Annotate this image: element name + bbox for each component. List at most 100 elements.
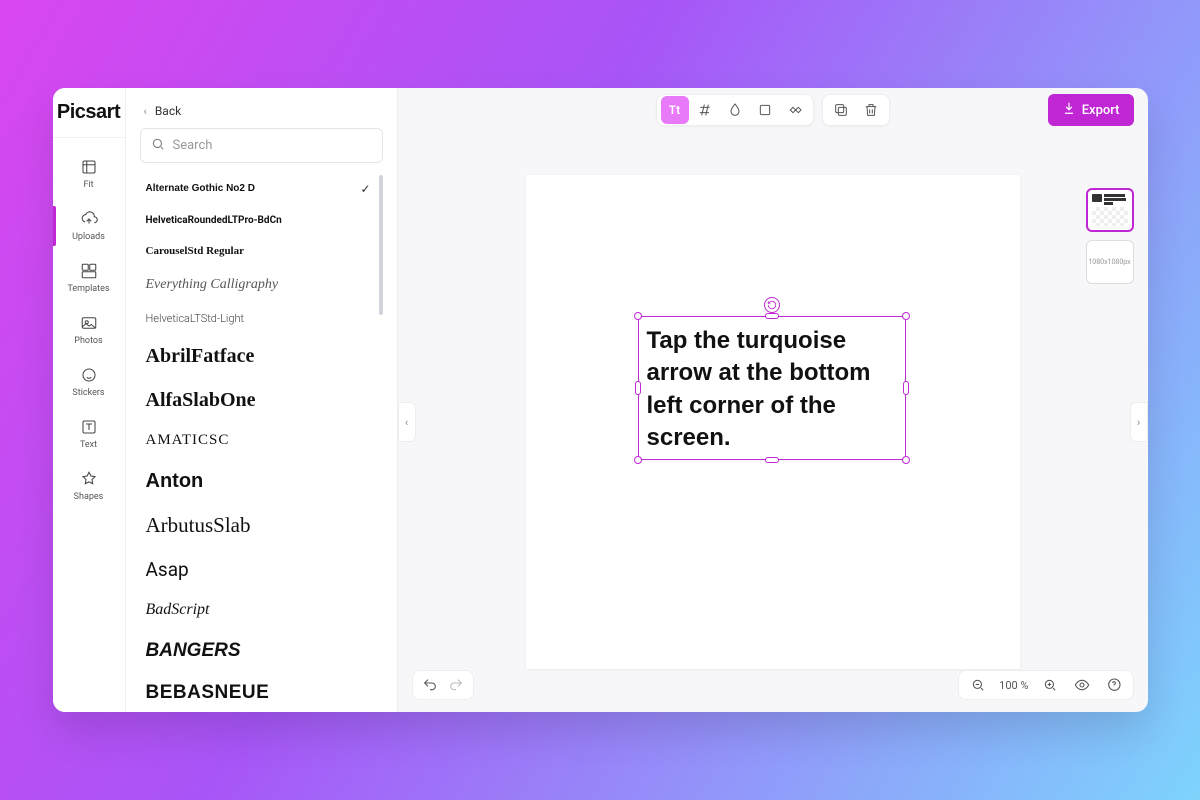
style-button[interactable] bbox=[691, 96, 719, 124]
font-label: Anton bbox=[146, 467, 204, 495]
search-input[interactable] bbox=[173, 138, 372, 153]
back-button[interactable]: ‹ Back bbox=[140, 98, 383, 128]
font-option[interactable]: Anton bbox=[140, 459, 377, 503]
download-icon bbox=[1062, 101, 1076, 119]
delete-button[interactable] bbox=[857, 96, 885, 124]
font-option[interactable]: Everything Calligraphy bbox=[140, 267, 377, 303]
canvas-area[interactable]: ‹ › Tap the turquoise arrow at the botto… bbox=[398, 132, 1148, 712]
font-label: AlfaSlabOne bbox=[146, 386, 256, 414]
upload-icon bbox=[80, 210, 98, 228]
zoom-level: 100 % bbox=[999, 679, 1028, 692]
zoom-out-button[interactable] bbox=[967, 674, 989, 696]
expand-right-button[interactable]: › bbox=[1130, 402, 1148, 442]
font-label: ArbutusSlab bbox=[146, 511, 251, 540]
top-toolbar: Tt Export bbox=[398, 88, 1148, 132]
text-content[interactable]: Tap the turquoise arrow at the bottom le… bbox=[639, 317, 905, 463]
layer-tools-cluster bbox=[822, 94, 890, 126]
font-panel: ‹ Back Alternate Gothic No2 D ✓ HelveticaR… bbox=[126, 88, 398, 712]
font-option[interactable]: BEBASNEUE bbox=[140, 672, 377, 712]
page-thumbnail-2[interactable]: 1080x1080px bbox=[1086, 240, 1134, 284]
main-area: Tt Export ‹ › bbox=[398, 88, 1148, 712]
font-label: Bangers bbox=[146, 638, 241, 665]
font-option[interactable]: CarouselStd Regular bbox=[140, 236, 377, 267]
rail-label: Templates bbox=[67, 284, 109, 294]
resize-handle[interactable] bbox=[902, 312, 910, 320]
text-tool-button[interactable]: Tt bbox=[661, 96, 689, 124]
search-field[interactable] bbox=[140, 128, 383, 163]
photos-icon bbox=[80, 314, 98, 332]
text-tool-label: Tt bbox=[669, 103, 680, 117]
rail-nav: Fit Uploads Templates Photos Stickers Te… bbox=[53, 138, 125, 512]
font-label: Alternate Gothic No2 D bbox=[146, 182, 255, 196]
scrollbar[interactable] bbox=[379, 175, 383, 315]
font-list[interactable]: Alternate Gothic No2 D ✓ HelveticaRoundedL… bbox=[140, 173, 383, 712]
font-option[interactable]: HelveticaLTStd-Light bbox=[140, 303, 377, 334]
resize-handle[interactable] bbox=[902, 456, 910, 464]
brand-logo[interactable]: Picsart bbox=[57, 101, 120, 124]
back-label: Back bbox=[155, 104, 181, 118]
brand-area: Picsart bbox=[53, 88, 125, 138]
font-option[interactable]: AbrilFatface bbox=[140, 334, 377, 378]
rail-label: Stickers bbox=[72, 388, 104, 398]
fit-icon bbox=[80, 158, 98, 176]
font-option[interactable]: Bangers bbox=[140, 630, 377, 673]
selected-text-box[interactable]: Tap the turquoise arrow at the bottom le… bbox=[638, 316, 906, 460]
rail-stickers[interactable]: Stickers bbox=[53, 356, 125, 408]
shapes-icon bbox=[80, 470, 98, 488]
font-option[interactable]: HelveticaRoundedLTPro-BdCn bbox=[140, 206, 377, 236]
resize-handle[interactable] bbox=[634, 312, 642, 320]
text-tools-cluster: Tt bbox=[656, 94, 814, 126]
font-option[interactable]: Alternate Gothic No2 D ✓ bbox=[140, 173, 377, 206]
rail-fit[interactable]: Fit bbox=[53, 148, 125, 200]
page-thumbnail-1[interactable] bbox=[1086, 188, 1134, 232]
zoom-in-button[interactable] bbox=[1039, 674, 1061, 696]
font-option[interactable]: Asap bbox=[140, 549, 377, 592]
undo-redo-bar bbox=[412, 670, 474, 700]
font-option[interactable]: BadScript bbox=[140, 591, 377, 629]
app-window: Picsart Fit Uploads Templates Photos Sti… bbox=[53, 88, 1148, 712]
duplicate-button[interactable] bbox=[827, 96, 855, 124]
check-icon: ✓ bbox=[360, 181, 370, 198]
font-option[interactable]: ArbutusSlab bbox=[140, 503, 377, 548]
search-icon bbox=[151, 136, 165, 155]
resize-handle[interactable] bbox=[635, 381, 641, 395]
collapse-panel-button[interactable]: ‹ bbox=[398, 402, 416, 442]
export-button[interactable]: Export bbox=[1048, 94, 1134, 126]
rail-label: Photos bbox=[74, 336, 102, 346]
font-option[interactable]: AMATICSC bbox=[140, 422, 377, 459]
page-thumbnails: 1080x1080px bbox=[1086, 188, 1134, 284]
resize-handle[interactable] bbox=[765, 457, 779, 463]
redo-button[interactable] bbox=[445, 674, 467, 696]
undo-button[interactable] bbox=[419, 674, 441, 696]
effects-button[interactable] bbox=[781, 96, 809, 124]
font-label: HelveticaLTStd-Light bbox=[146, 311, 245, 326]
rail-uploads[interactable]: Uploads bbox=[53, 200, 125, 252]
font-label: HelveticaRoundedLTPro-BdCn bbox=[146, 214, 282, 228]
chevron-left-icon: ‹ bbox=[144, 105, 147, 118]
rail-templates[interactable]: Templates bbox=[53, 252, 125, 304]
crop-button[interactable] bbox=[751, 96, 779, 124]
rail-shapes[interactable]: Shapes bbox=[53, 460, 125, 512]
font-label: AbrilFatface bbox=[146, 342, 255, 370]
font-label: Asap bbox=[146, 557, 189, 584]
drop-button[interactable] bbox=[721, 96, 749, 124]
text-icon bbox=[80, 418, 98, 436]
preview-button[interactable] bbox=[1071, 674, 1093, 696]
help-button[interactable] bbox=[1103, 674, 1125, 696]
rail-photos[interactable]: Photos bbox=[53, 304, 125, 356]
rotate-handle[interactable] bbox=[764, 297, 780, 313]
rail-text[interactable]: Text bbox=[53, 408, 125, 460]
font-label: AMATICSC bbox=[146, 430, 230, 451]
artboard[interactable]: Tap the turquoise arrow at the bottom le… bbox=[526, 175, 1020, 669]
stickers-icon bbox=[80, 366, 98, 384]
resize-handle[interactable] bbox=[765, 313, 779, 319]
resize-handle[interactable] bbox=[903, 381, 909, 395]
rail-label: Uploads bbox=[72, 232, 105, 242]
resize-handle[interactable] bbox=[634, 456, 642, 464]
font-label: Everything Calligraphy bbox=[146, 275, 279, 295]
thumb-preview-box bbox=[1092, 194, 1102, 202]
templates-icon bbox=[80, 262, 98, 280]
font-label: BEBASNEUE bbox=[146, 680, 270, 707]
rail-label: Text bbox=[80, 440, 97, 450]
font-option[interactable]: AlfaSlabOne bbox=[140, 378, 377, 422]
